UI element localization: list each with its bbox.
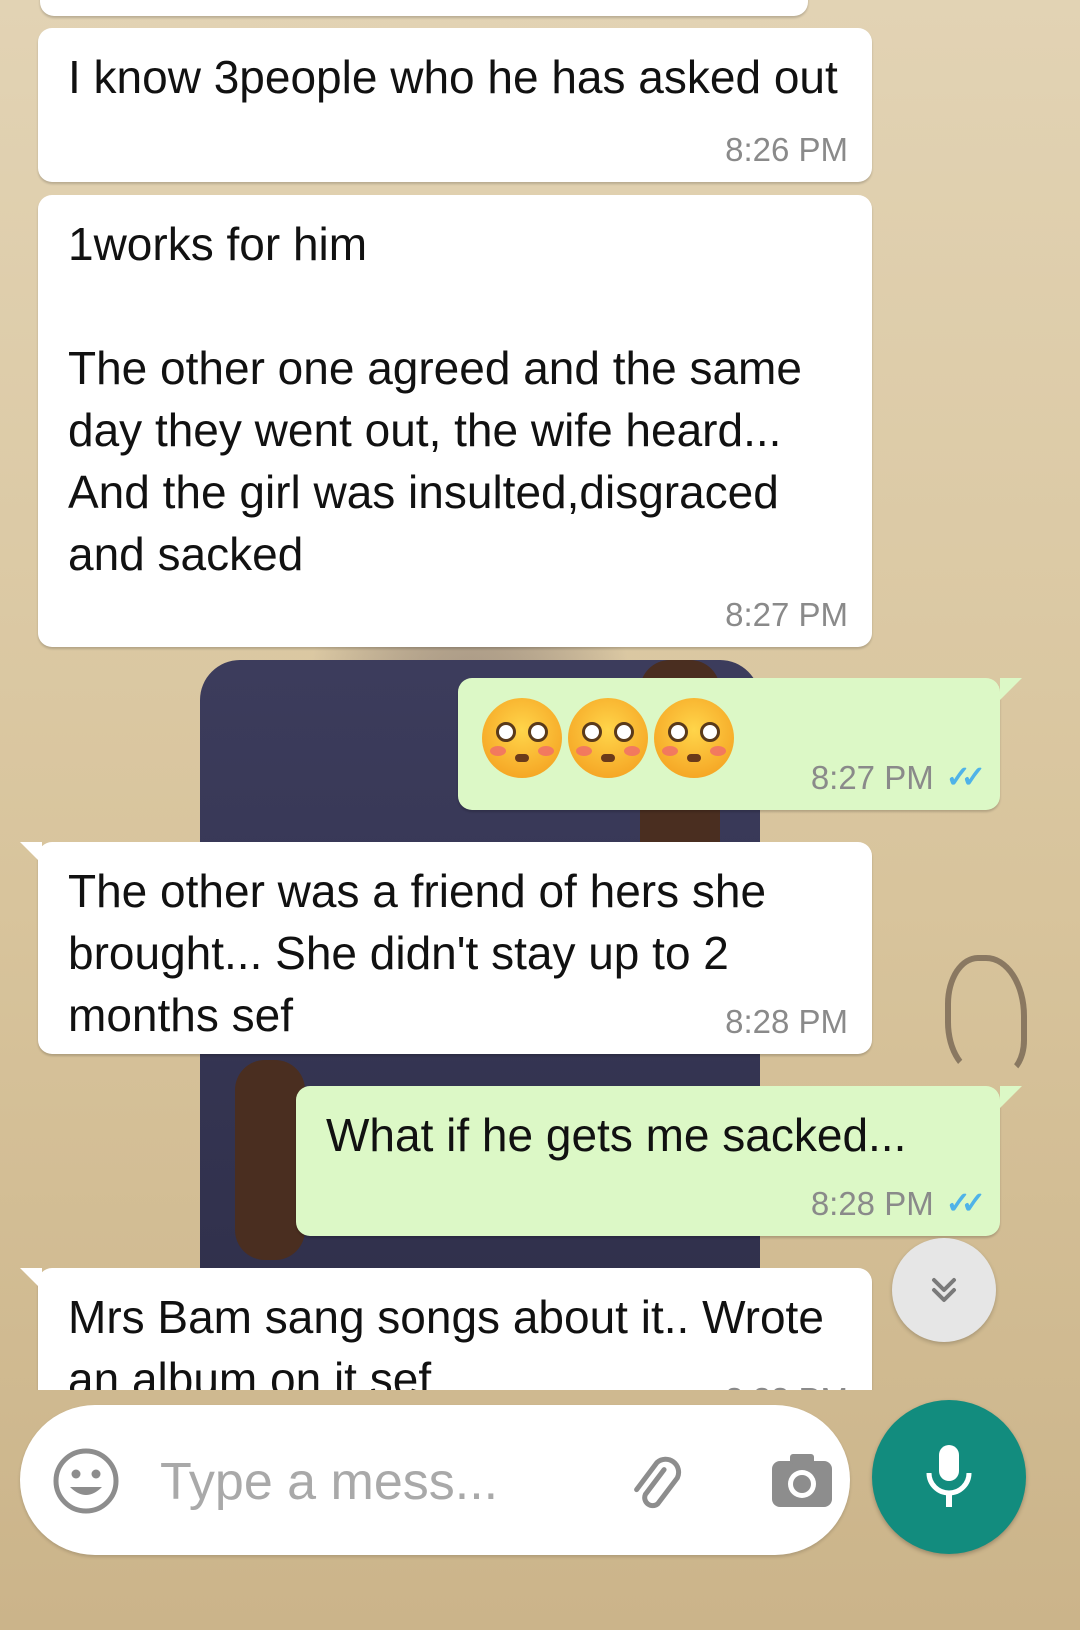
smiley-icon[interactable]	[52, 1447, 120, 1515]
wallpaper-scribble	[945, 955, 1027, 1077]
message-time: 8:28 PM	[725, 1380, 848, 1390]
message-time: 8:27 PM	[725, 596, 848, 633]
message-time: 8:26 PM	[725, 131, 848, 168]
emoji-row	[482, 698, 740, 778]
wallpaper-arm-left	[235, 1060, 305, 1260]
message-bubble-incoming[interactable]: The other was a friend of hers she broug…	[20, 842, 872, 1054]
message-meta: 8:27 PM ✓✓	[810, 758, 986, 798]
message-time: 8:27 PM	[810, 759, 934, 796]
flushed-face-icon	[568, 698, 648, 778]
message-input[interactable]	[160, 1447, 590, 1517]
read-receipt-icon: ✓✓	[945, 1187, 986, 1220]
message-bubble-incoming[interactable]: Mrs Bam sang songs about it.. Wrote an a…	[20, 1268, 872, 1390]
message-meta: 8:27 PM	[725, 595, 848, 635]
bubble-tail	[20, 1268, 42, 1290]
message-meta: 8:28 PM	[725, 1002, 848, 1042]
message-bubble-incoming[interactable]: I know 3people who he has asked out 8:26…	[38, 28, 872, 182]
message-text: I know 3people who he has asked out	[68, 51, 838, 103]
message-meta: 8:28 PM ✓✓	[810, 1184, 986, 1224]
message-text: Mrs Bam sang songs about it.. Wrote an a…	[68, 1291, 837, 1390]
message-bubble-outgoing[interactable]: 8:27 PM ✓✓	[458, 678, 1022, 810]
message-composer	[20, 1405, 850, 1555]
message-text: What if he gets me sacked...	[326, 1109, 907, 1161]
bubble-tail	[1000, 678, 1022, 700]
double-chevron-down-icon	[932, 1278, 956, 1302]
message-bubble-partial[interactable]	[40, 0, 808, 16]
message-meta: 8:28 PM	[725, 1380, 848, 1390]
bubble-tail	[1000, 1086, 1022, 1108]
read-receipt-icon: ✓✓	[945, 761, 986, 794]
message-bubble-outgoing[interactable]: What if he gets me sacked... 8:28 PM ✓✓	[296, 1086, 1022, 1236]
flushed-face-icon	[482, 698, 562, 778]
flushed-face-icon	[654, 698, 734, 778]
message-time: 8:28 PM	[725, 1003, 848, 1040]
message-time: 8:28 PM	[810, 1185, 934, 1222]
camera-icon[interactable]	[768, 1449, 836, 1513]
paperclip-icon[interactable]	[620, 1449, 690, 1519]
message-text: 1works for him The other one agreed and …	[68, 218, 802, 580]
voice-record-button[interactable]	[872, 1400, 1026, 1554]
message-meta: 8:26 PM	[725, 130, 848, 170]
scroll-to-bottom-button[interactable]	[892, 1238, 996, 1342]
microphone-icon	[926, 1445, 972, 1507]
bubble-tail	[20, 842, 42, 864]
message-bubble-incoming[interactable]: 1works for him The other one agreed and …	[38, 195, 872, 647]
